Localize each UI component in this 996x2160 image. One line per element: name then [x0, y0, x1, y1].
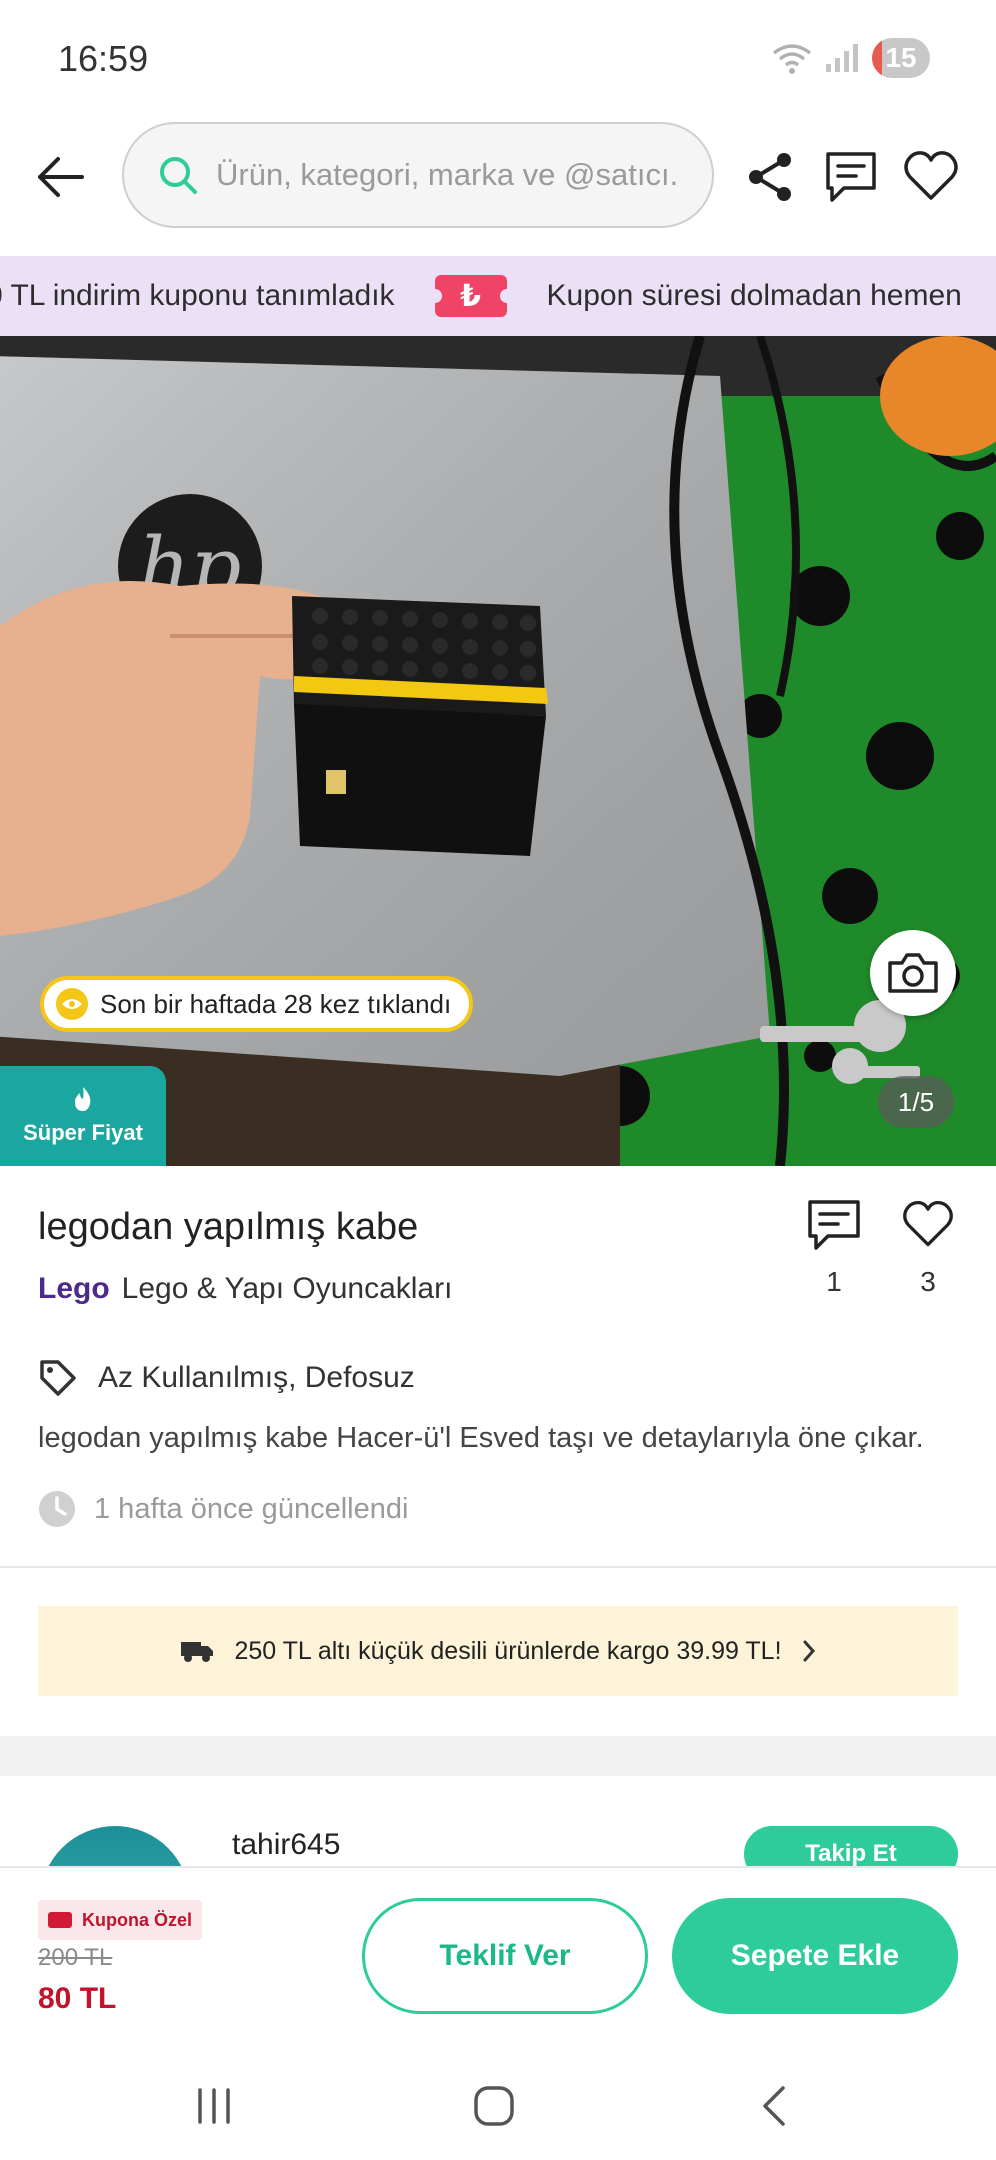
message-icon[interactable]: [822, 148, 880, 206]
make-offer-button[interactable]: Teklif Ver: [362, 1898, 648, 2014]
section-divider: [0, 1566, 996, 1568]
product-description: legodan yapılmış kabe Hacer-ü'l Esved ta…: [38, 1422, 924, 1454]
comments-stat[interactable]: 1: [806, 1198, 862, 1298]
system-back-button[interactable]: [744, 2076, 804, 2136]
battery-indicator: 15: [872, 38, 930, 78]
camera-icon: [888, 953, 938, 993]
search-bar[interactable]: [122, 122, 714, 228]
product-photo: hp: [0, 336, 996, 1166]
super-price-badge: Süper Fiyat: [0, 1066, 166, 1166]
coupon-marquee: 0 TL indirim kuponu tanımladık ₺ Kupon s…: [0, 256, 962, 336]
eye-icon: [56, 988, 88, 1020]
recent-apps-button[interactable]: [184, 2076, 244, 2136]
coupon-icon: [48, 1912, 72, 1928]
chevron-right-icon: [803, 1640, 815, 1662]
coupon-text-right: Kupon süresi dolmadan hemen: [546, 279, 962, 312]
flame-icon: [74, 1087, 91, 1111]
shipping-info-banner[interactable]: 250 TL altı küçük desili ürünlerde kargo…: [38, 1606, 958, 1696]
status-icons: 15: [772, 38, 930, 78]
view-count-badge: Son bir haftada 28 kez tıklandı: [40, 976, 474, 1032]
add-to-cart-button[interactable]: Sepete Ekle: [672, 1898, 958, 2014]
product-title: legodan yapılmış kabe: [38, 1206, 419, 1248]
tag-icon: [40, 1360, 76, 1396]
condition-row: Az Kullanılmış, Defosuz: [38, 1358, 415, 1398]
updated-row: 1 hafta önce güncellendi: [38, 1490, 408, 1528]
updated-text: 1 hafta önce güncellendi: [94, 1492, 409, 1525]
search-input[interactable]: [216, 157, 676, 193]
product-image-carousel[interactable]: hp Son bir haftada 28 kez tıklandı 1/5 S…: [0, 336, 996, 1166]
coupon-special-tag: Kupona Özel: [38, 1900, 203, 1940]
system-navigation-bar: [0, 2046, 996, 2160]
status-time: 16:59: [58, 38, 149, 79]
chevron-left-icon: [763, 2086, 785, 2126]
ticket-icon: ₺: [427, 275, 514, 317]
back-arrow-icon[interactable]: [34, 150, 88, 204]
signal-icon: [826, 44, 858, 72]
comment-icon: [808, 1200, 860, 1250]
bottom-action-bar: Kupona Özel 200 TL 80 TL Teklif Ver Sepe…: [0, 1866, 996, 2046]
home-icon: [474, 2086, 514, 2126]
view-count-text: Son bir haftada 28 kez tıklandı: [100, 988, 452, 1019]
share-icon[interactable]: [742, 148, 800, 206]
shipping-text: 250 TL altı küçük desili ürünlerde kargo…: [234, 1636, 782, 1665]
truck-icon: [181, 1642, 214, 1662]
status-bar: 16:59 15: [0, 0, 996, 118]
old-price: 200 TL: [38, 1944, 113, 1971]
comments-count: 1: [826, 1266, 842, 1297]
section-separator: [0, 1736, 996, 1776]
brand-row: Lego Lego & Yapı Oyuncakları: [38, 1272, 452, 1306]
clock-icon: [39, 1491, 75, 1527]
likes-count: 3: [920, 1266, 936, 1297]
super-price-label: Süper Fiyat: [23, 1120, 143, 1145]
seller-name[interactable]: tahir645: [232, 1828, 340, 1862]
heart-icon: [903, 1200, 953, 1247]
category-link[interactable]: Lego & Yapı Oyuncakları: [122, 1272, 453, 1306]
home-button[interactable]: [464, 2076, 524, 2136]
likes-stat[interactable]: 3: [900, 1198, 956, 1298]
wifi-icon: [772, 44, 812, 74]
condition-text: Az Kullanılmış, Defosuz: [98, 1361, 415, 1394]
image-page-indicator: 1/5: [878, 1076, 954, 1128]
search-icon: [160, 157, 197, 194]
camera-button[interactable]: [870, 930, 956, 1016]
current-price: 80 TL: [38, 1982, 117, 2015]
top-app-bar: [0, 118, 996, 256]
brand-link[interactable]: Lego: [38, 1272, 110, 1306]
coupon-tag-label: Kupona Özel: [82, 1909, 193, 1930]
recent-apps-icon: [198, 2088, 230, 2124]
coupon-banner[interactable]: 0 TL indirim kuponu tanımladık ₺ Kupon s…: [0, 256, 996, 336]
coupon-text-left: 0 TL indirim kuponu tanımladık: [0, 279, 395, 312]
heart-icon[interactable]: [902, 148, 960, 206]
